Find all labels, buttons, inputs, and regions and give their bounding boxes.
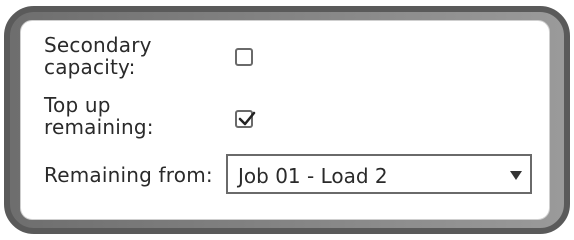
top-up-remaining-checkbox[interactable] xyxy=(235,110,256,128)
checkmark-icon xyxy=(238,111,256,126)
chevron-down-icon[interactable] xyxy=(510,171,522,180)
secondary-capacity-label: Secondary capacity: xyxy=(44,33,152,79)
remaining-from-selected-value: Job 01 - Load 2 xyxy=(238,164,388,188)
top-up-remaining-label: Top up remaining: xyxy=(44,93,154,139)
secondary-capacity-checkbox[interactable] xyxy=(235,48,253,66)
remaining-from-label: Remaining from: xyxy=(44,163,213,187)
remaining-from-select[interactable]: Job 01 - Load 2 xyxy=(226,154,532,194)
